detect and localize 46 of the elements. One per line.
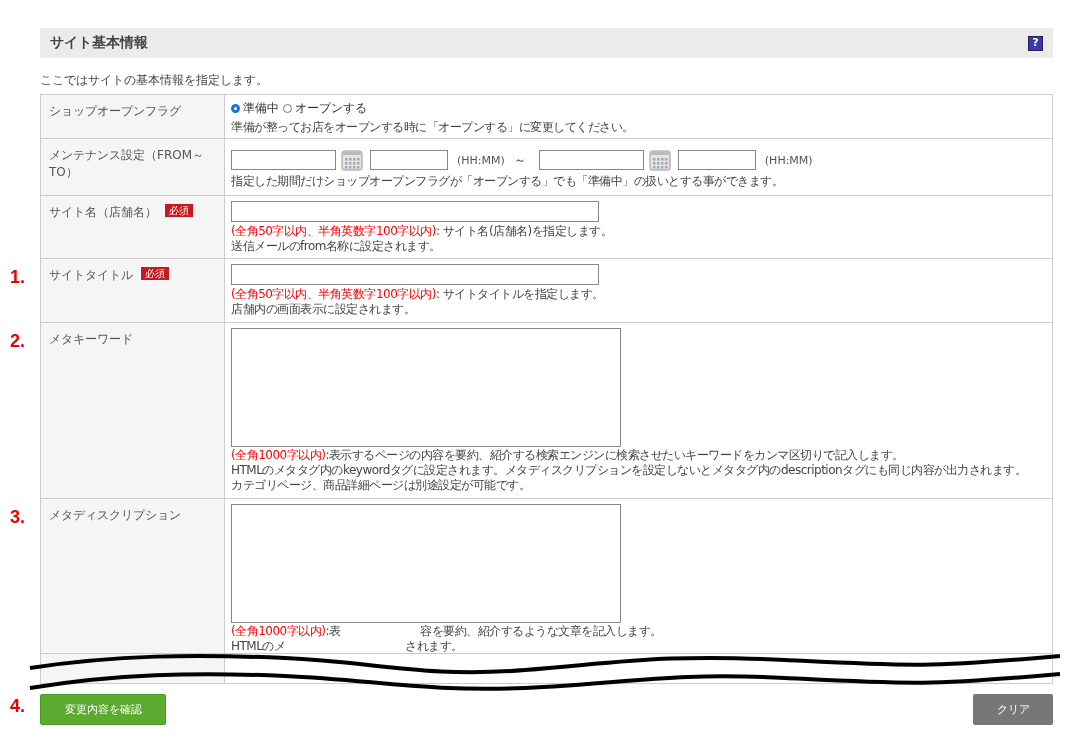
intro-text: ここではサイトの基本情報を指定します。	[40, 72, 269, 89]
field-label: メンテナンス設定（FROM～TO）	[49, 147, 206, 181]
field-label: ショップオープンフラグ	[49, 103, 181, 120]
date-field[interactable]	[538, 150, 644, 170]
text-field[interactable]	[231, 201, 599, 222]
limit-note: (全角1000字以内)	[231, 624, 326, 639]
help-text: 準備が整ってお店をオープンする時に「オープンする」に変更してください。	[231, 120, 635, 135]
field-label: サイト名（店舗名）	[49, 204, 157, 221]
step-number: 4.	[10, 696, 25, 717]
radio-option[interactable]: オープンする	[283, 100, 367, 117]
help-text: : サイトタイトルを指定します。	[436, 287, 604, 302]
help-button[interactable]: ?	[1028, 35, 1043, 51]
time-format-hint: (HH:MM)	[764, 153, 813, 167]
time-format-hint: (HH:MM)	[457, 153, 505, 167]
step-number: 1.	[10, 267, 25, 288]
limit-note: (全角1000字以内)	[231, 448, 326, 463]
step-number: 3.	[10, 507, 25, 528]
required-badge: 必須	[141, 267, 169, 280]
required-badge: 必須	[165, 204, 193, 217]
help-text: 店舗内の画面表示に設定されます。	[231, 302, 416, 317]
help-text: 送信メールのfrom名称に設定されます。	[231, 239, 442, 254]
help-text: :表	[325, 624, 341, 639]
help-text: 容を要約、紹介するような文章を記入します。	[420, 624, 662, 639]
help-text: HTMLのメタタグ内のkeywordタグに設定されます。メタディスクリプションを設定しないとメタタグ内のdescriptionタグにも同じ内容が出力されます。	[231, 463, 1028, 478]
clear-button[interactable]: クリア	[973, 694, 1053, 725]
time-field[interactable]	[370, 150, 448, 170]
calendar-icon[interactable]	[341, 149, 363, 171]
text-field[interactable]	[231, 264, 599, 285]
date-field[interactable]	[231, 150, 336, 170]
help-text: 指定した期間だけショップオープンフラグが「オープンする」でも「準備中」の扱いとする事ができます。	[231, 174, 784, 189]
section-title: サイト基本情報	[50, 34, 148, 52]
text-area[interactable]	[231, 328, 621, 447]
help-text: :表示するページの内容を要約、紹介する検索エンジンに検索させたいキーワードをカンマ区切りで記入します。	[325, 448, 904, 463]
time-field[interactable]	[677, 150, 756, 170]
step-number: 2.	[10, 331, 25, 352]
field-label: メタディスクリプション	[49, 507, 181, 524]
help-text: HTMLのメ	[231, 639, 286, 654]
radio-option[interactable]: 準備中	[231, 100, 279, 117]
help-text: されます。	[405, 639, 463, 654]
field-label: サイトタイトル	[49, 267, 133, 284]
text-area[interactable]	[231, 504, 621, 623]
help-text: : サイト名(店舗名)を指定します。	[436, 224, 613, 239]
field-label: メタキーワード	[49, 331, 133, 348]
calendar-icon[interactable]	[648, 149, 671, 171]
help-text: カテゴリページ、商品詳細ページは別途設定が可能です。	[231, 478, 531, 493]
range-separator: ～	[513, 151, 526, 169]
